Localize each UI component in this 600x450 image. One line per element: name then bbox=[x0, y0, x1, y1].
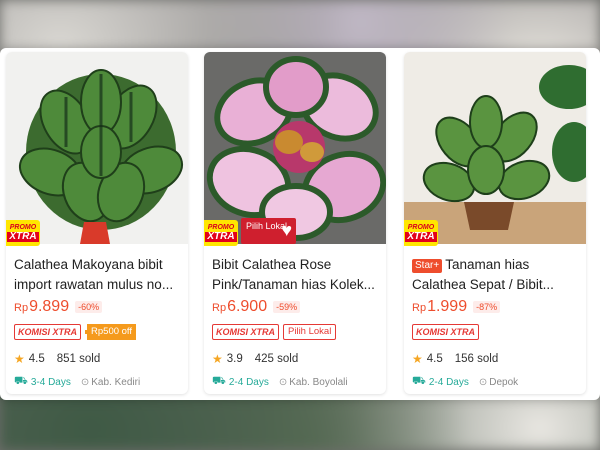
truck-icon: ⛟ bbox=[412, 375, 426, 387]
komisi-xtra-tag: KOMISI XTRA bbox=[212, 324, 280, 340]
xtra-label: XTRA bbox=[205, 231, 237, 242]
rating-value: 3.9 bbox=[226, 353, 243, 365]
price-amount: 9.899 bbox=[29, 298, 70, 315]
sold-count: 425 sold bbox=[254, 353, 299, 365]
shipping-days: 2-4 Days bbox=[228, 376, 269, 388]
shipping-row: ⛟ 2-4 Days ⊙ Kab. Boyolali bbox=[212, 375, 348, 389]
shipping-row: ⛟ 3-4 Days ⊙ Kab. Kediri bbox=[14, 375, 140, 389]
xtra-label: XTRA bbox=[7, 231, 39, 242]
star-icon: ★ bbox=[412, 352, 423, 366]
rating-value: 4.5 bbox=[426, 353, 443, 365]
price-currency: Rp bbox=[14, 302, 29, 314]
seller-location: Kab. Kediri bbox=[91, 376, 141, 388]
price-currency: Rp bbox=[412, 302, 427, 314]
price-currency: Rp bbox=[212, 302, 227, 314]
rating-row: ★ 4.5 156 sold bbox=[412, 352, 498, 366]
pin-icon: ⊙ bbox=[478, 376, 488, 388]
seller-location: Depok bbox=[489, 376, 519, 388]
discount-badge: -60% bbox=[75, 301, 103, 313]
seller-location: Kab. Boyolali bbox=[289, 376, 348, 388]
discount-badge: -87% bbox=[473, 301, 501, 313]
pilih-lokal-tag: Pilih Lokal bbox=[283, 324, 337, 340]
product-price: Rp 6.900 -59% bbox=[212, 298, 301, 316]
pin-icon: ⊙ bbox=[80, 376, 90, 388]
promo-xtra-badge: PROMO XTRA bbox=[404, 220, 438, 246]
voucher-tag: Rp500 off bbox=[85, 324, 137, 340]
product-grid-panel: PROMO XTRA Calathea Makoyana bibit impor… bbox=[0, 48, 600, 400]
heart-icon: ♥ bbox=[281, 220, 292, 240]
rating-value: 4.5 bbox=[28, 353, 45, 365]
promo-label: PROMO bbox=[9, 224, 37, 231]
product-card[interactable]: PROMO XTRA Calathea Makoyana bibit impor… bbox=[6, 52, 188, 394]
price-amount: 6.900 bbox=[227, 298, 268, 315]
price-amount: 1.999 bbox=[427, 298, 468, 315]
rating-row: ★ 3.9 425 sold bbox=[212, 352, 298, 366]
shipping-days: 2-4 Days bbox=[428, 376, 469, 388]
product-tags: KOMISI XTRA Pilih Lokal bbox=[212, 324, 337, 340]
komisi-xtra-tag: KOMISI XTRA bbox=[412, 324, 480, 340]
product-title[interactable]: Calathea Makoyana bibit import rawatan m… bbox=[14, 255, 182, 295]
truck-icon: ⛟ bbox=[212, 375, 226, 387]
promo-label: PROMO bbox=[407, 224, 435, 231]
promo-xtra-badge: PROMO XTRA bbox=[6, 220, 40, 246]
star-icon: ★ bbox=[212, 352, 223, 366]
sold-count: 851 sold bbox=[56, 353, 101, 365]
shipping-days: 3-4 Days bbox=[30, 376, 71, 388]
product-image[interactable] bbox=[204, 52, 386, 244]
star-plus-badge: Star+ bbox=[412, 259, 443, 273]
promo-xtra-badge: PROMO XTRA bbox=[204, 220, 238, 246]
pin-icon: ⊙ bbox=[278, 376, 288, 388]
product-price: Rp 1.999 -87% bbox=[412, 298, 501, 316]
product-card[interactable]: PROMO XTRA Star+ Tanaman hias Calathea Se… bbox=[404, 52, 586, 394]
truck-icon: ⛟ bbox=[14, 375, 28, 387]
product-card[interactable]: PROMO XTRA Pilih Lokal ♥ Bibit Calathea … bbox=[204, 52, 386, 394]
shipping-row: ⛟ 2-4 Days ⊙ Depok bbox=[412, 375, 518, 389]
product-tags: KOMISI XTRA Rp500 off bbox=[14, 324, 137, 340]
komisi-xtra-tag: KOMISI XTRA bbox=[14, 324, 82, 340]
product-price: Rp 9.899 -60% bbox=[14, 298, 103, 316]
product-title[interactable]: Star+ Tanaman hias Calathea Sepat / Bibit… bbox=[412, 255, 580, 295]
sold-count: 156 sold bbox=[454, 353, 499, 365]
product-title[interactable]: Bibit Calathea Rose Pink/Tanaman hias Ko… bbox=[212, 255, 380, 295]
xtra-label: XTRA bbox=[405, 231, 437, 242]
star-icon: ★ bbox=[14, 352, 25, 366]
product-image[interactable] bbox=[6, 52, 188, 244]
product-image[interactable] bbox=[404, 52, 586, 244]
discount-badge: -59% bbox=[273, 301, 301, 313]
rating-row: ★ 4.5 851 sold bbox=[14, 352, 100, 366]
product-tags: KOMISI XTRA bbox=[412, 324, 480, 340]
promo-label: PROMO bbox=[207, 224, 235, 231]
pilih-lokal-badge: Pilih Lokal ♥ bbox=[241, 218, 296, 244]
